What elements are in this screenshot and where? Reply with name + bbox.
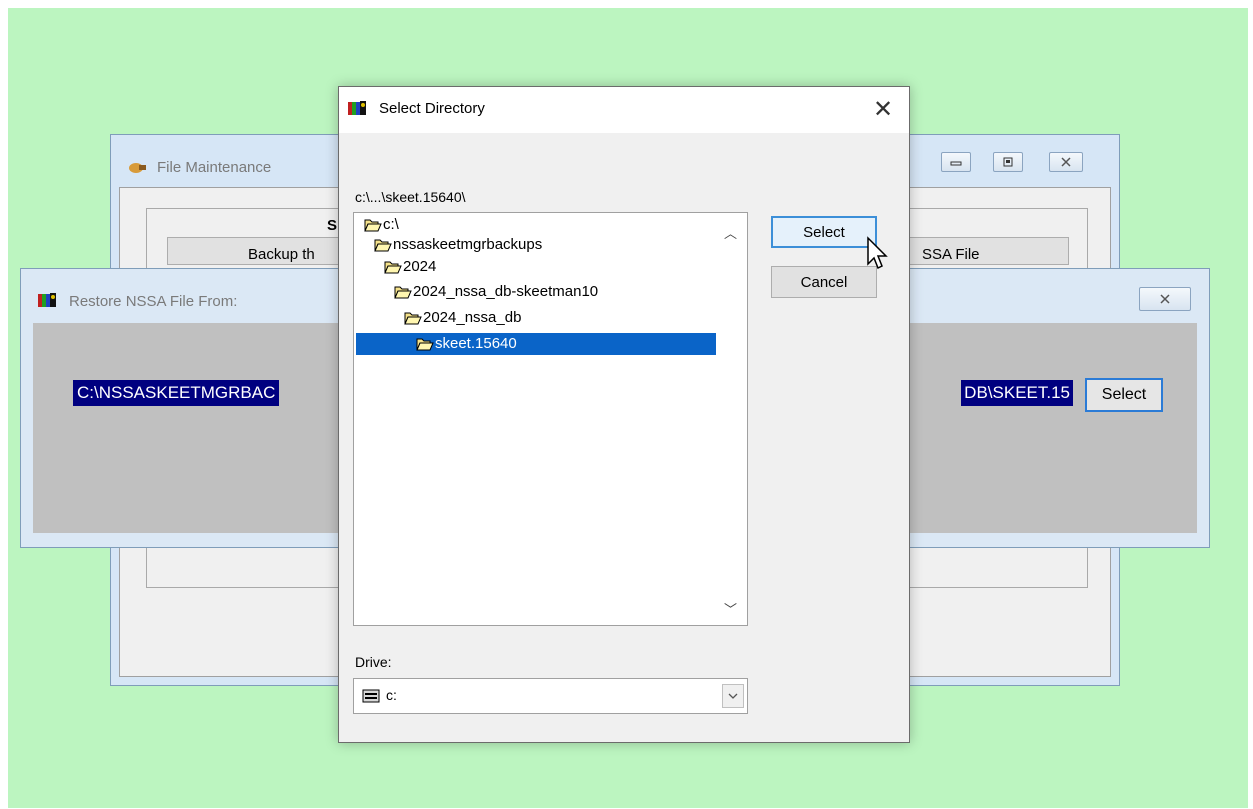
open-folder-icon xyxy=(364,219,382,232)
window-title: File Maintenance xyxy=(157,159,272,176)
close-icon xyxy=(1061,157,1071,167)
select-button[interactable]: Select xyxy=(1085,378,1163,412)
close-button[interactable] xyxy=(1049,152,1083,172)
tree-node-nssaskeetmgrbackups[interactable]: nssaskeetmgrbackups xyxy=(374,235,542,255)
path-text-start: C:\NSSASKEETMGRBAC xyxy=(73,380,280,406)
dialog-title: Select Directory xyxy=(379,100,485,117)
mouse-cursor-icon xyxy=(867,236,888,270)
drive-select[interactable]: c: xyxy=(353,678,748,714)
tree-node-root[interactable]: c:\ xyxy=(364,215,399,235)
chevron-down-icon xyxy=(728,693,738,699)
backup-button-label: Backup th xyxy=(248,246,315,263)
maximize-button[interactable] xyxy=(993,152,1023,172)
directory-tree[interactable]: c:\ nssaskeetmgrbackups 2024 2024_nssa_d… xyxy=(353,212,748,626)
open-folder-icon xyxy=(374,239,392,252)
dialog-titlebar[interactable]: Select Directory ✕ xyxy=(339,87,909,133)
tree-node-2024-nssa-db[interactable]: 2024_nssa_db xyxy=(404,308,521,328)
restore-button-label: SSA File xyxy=(922,246,980,263)
app-icon xyxy=(347,99,367,120)
drive-icon xyxy=(362,689,380,703)
select-directory-dialog: Select Directory ✕ c:\...\skeet.15640\ c… xyxy=(338,86,910,743)
open-folder-icon xyxy=(394,286,412,299)
drive-value: c: xyxy=(386,687,397,703)
tree-node-skeet-15640[interactable]: skeet.15640 xyxy=(356,333,716,355)
close-button[interactable] xyxy=(1139,287,1191,311)
window-title: Restore NSSA File From: xyxy=(69,293,238,310)
close-icon xyxy=(1160,294,1170,304)
open-folder-icon xyxy=(384,261,402,274)
scroll-down-icon[interactable]: ﹀ xyxy=(724,599,737,618)
cancel-button[interactable]: Cancel xyxy=(771,266,877,298)
app-icon xyxy=(37,291,57,312)
open-folder-icon xyxy=(416,338,434,351)
app-icon xyxy=(127,160,147,179)
drive-dropdown-button[interactable] xyxy=(722,684,744,708)
current-path: c:\...\skeet.15640\ xyxy=(355,189,466,205)
select-button[interactable]: Select xyxy=(771,216,877,248)
open-folder-icon xyxy=(404,312,422,325)
tree-node-2024-nssa-db-skeetman10[interactable]: 2024_nssa_db-skeetman10 xyxy=(394,282,598,302)
close-icon: ✕ xyxy=(872,96,894,123)
close-button[interactable]: ✕ xyxy=(869,97,897,125)
path-text-end: DB\SKEET.15 xyxy=(961,380,1073,406)
minimize-button[interactable] xyxy=(941,152,971,172)
maximize-icon xyxy=(1003,157,1013,167)
minimize-icon xyxy=(950,161,962,166)
drive-label: Drive: xyxy=(355,654,392,670)
tree-node-2024[interactable]: 2024 xyxy=(384,257,436,277)
scroll-up-icon[interactable]: ︿ xyxy=(724,223,737,242)
